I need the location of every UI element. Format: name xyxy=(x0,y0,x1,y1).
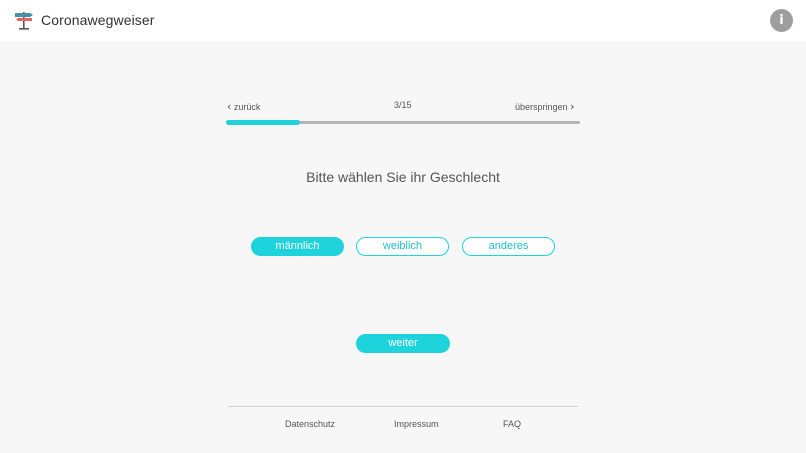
chevron-right-icon: › xyxy=(570,100,575,113)
footer-link-faq[interactable]: FAQ xyxy=(503,419,521,429)
step-counter: 3/15 xyxy=(394,100,412,110)
option-weiblich[interactable]: weiblich xyxy=(356,237,449,256)
option-anderes[interactable]: anderes xyxy=(462,237,555,256)
signpost-icon xyxy=(15,12,33,30)
footer-divider xyxy=(228,406,578,407)
app-title: Coronawegweiser xyxy=(41,12,155,28)
question-text: Bitte wählen Sie ihr Geschlecht xyxy=(306,169,500,185)
footer-link-datenschutz[interactable]: Datenschutz xyxy=(285,419,335,429)
next-button[interactable]: weiter xyxy=(356,334,450,353)
footer-link-impressum[interactable]: Impressum xyxy=(394,419,439,429)
skip-link[interactable]: überspringen › xyxy=(515,100,574,113)
skip-label: überspringen xyxy=(515,102,568,112)
progress-fill xyxy=(226,120,301,125)
back-link[interactable]: ‹ zurück xyxy=(227,100,260,113)
back-label: zurück xyxy=(233,102,261,112)
option-maennlich[interactable]: männlich xyxy=(251,237,344,256)
chevron-left-icon: ‹ xyxy=(227,100,232,113)
progress-bar xyxy=(226,120,580,125)
info-button[interactable]: i xyxy=(770,9,793,32)
app-header: Coronawegweiser i xyxy=(0,0,806,41)
